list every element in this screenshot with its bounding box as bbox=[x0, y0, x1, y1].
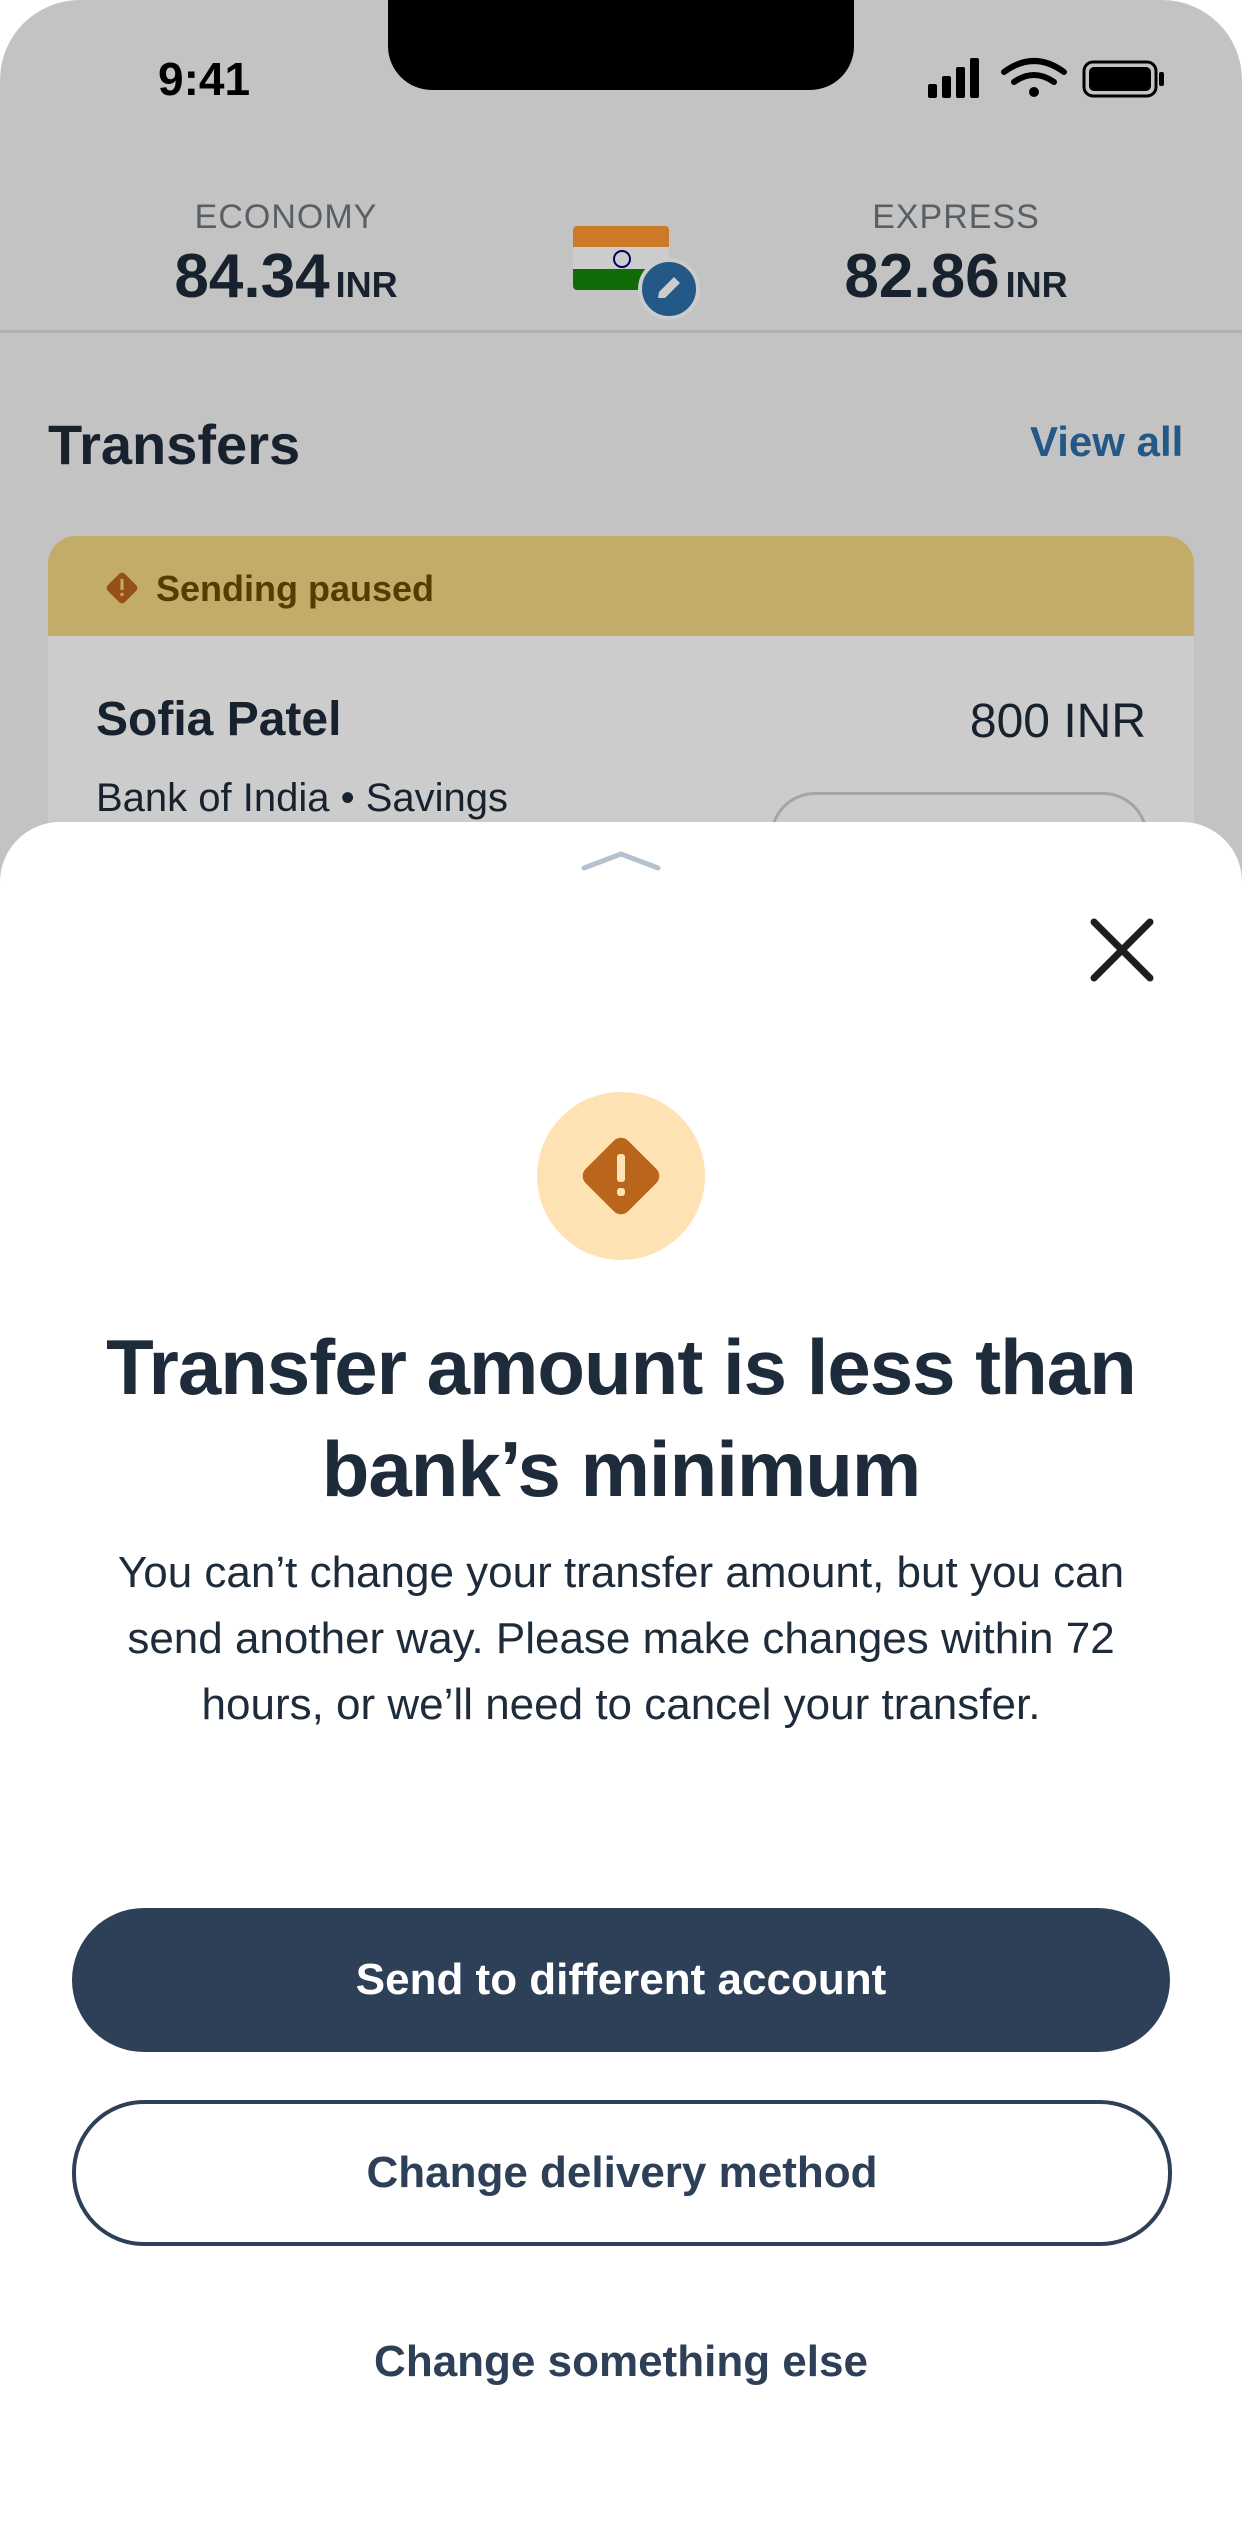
warning-badge bbox=[537, 1092, 705, 1260]
send-to-different-account-button[interactable]: Send to different account bbox=[72, 1908, 1170, 2052]
close-icon[interactable] bbox=[1086, 914, 1158, 986]
app-screen: 9:41 ECONOMY 84.34 INR EXPRESS 82.86 INR… bbox=[0, 0, 1242, 2532]
change-something-else-button[interactable]: Change something else bbox=[72, 2322, 1170, 2402]
warning-icon bbox=[582, 1137, 660, 1215]
sheet-body: You can’t change your transfer amount, b… bbox=[117, 1548, 1125, 1729]
sheet-handle-chevron-icon[interactable] bbox=[580, 848, 662, 872]
sheet-title: Transfer amount is less than bank’s mini… bbox=[106, 1323, 1137, 1513]
bottom-sheet: Transfer amount is less than bank’s mini… bbox=[0, 822, 1242, 2532]
change-delivery-method-button[interactable]: Change delivery method bbox=[72, 2100, 1172, 2246]
